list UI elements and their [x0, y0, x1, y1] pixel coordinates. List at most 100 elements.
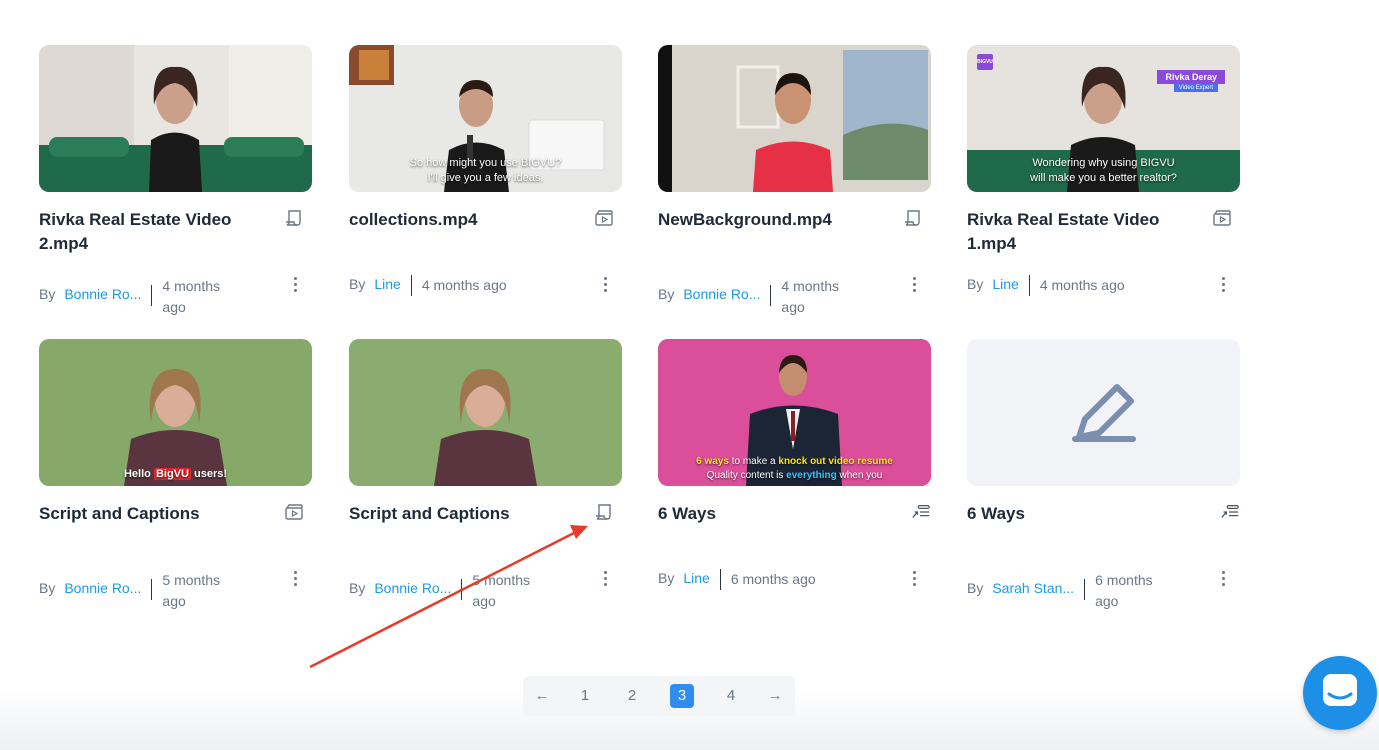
divider: [719, 569, 721, 590]
video-meta: By Line 4 months ago: [967, 275, 1207, 316]
video-title[interactable]: NewBackground.mp4: [658, 208, 883, 232]
video-icon: [285, 504, 303, 520]
caption-text: when you: [836, 470, 883, 481]
video-thumbnail[interactable]: [967, 339, 1240, 486]
video-card[interactable]: Rivka Real Estate Video 2.mp4 By Bonnie …: [39, 45, 312, 335]
author-link[interactable]: Sarah Stan...: [992, 580, 1074, 596]
teleprompter-icon: [1221, 505, 1239, 518]
caption-text: Hello: [123, 468, 154, 480]
video-title[interactable]: 6 Ways: [658, 502, 883, 526]
teleprompter-icon: [912, 505, 930, 518]
video-meta: By Bonnie Ro... 5 months ago: [349, 570, 589, 610]
video-title[interactable]: 6 Ways: [967, 502, 1192, 526]
video-icon: [595, 210, 613, 226]
video-card[interactable]: Script and Captions By Bonnie Ro... 5 mo…: [349, 339, 622, 629]
video-thumbnail[interactable]: BIGVU Rivka Deray Video Expert Wondering…: [967, 45, 1240, 192]
page-3-button[interactable]: 3: [670, 684, 694, 708]
video-caption: Hello BigVU users!: [39, 467, 312, 482]
chat-launcher-button[interactable]: [1303, 656, 1377, 730]
author-link[interactable]: Line: [992, 276, 1018, 292]
caption-line: I'll give you a few ideas.: [427, 172, 544, 184]
video-caption: Wondering why using BIGVU will make you …: [967, 156, 1240, 186]
video-card[interactable]: So how might you use BIGVU? I'll give yo…: [349, 45, 622, 335]
video-date: 6 months ago: [730, 571, 816, 587]
by-label: By: [349, 276, 366, 292]
author-link[interactable]: Line: [683, 570, 709, 586]
video-date: 4 months ago: [781, 278, 839, 315]
more-options-icon[interactable]: [911, 571, 917, 589]
caption-text: to make a: [728, 456, 779, 467]
author-link[interactable]: Line: [374, 276, 400, 292]
video-thumbnail[interactable]: [349, 339, 622, 486]
more-options-icon[interactable]: [292, 571, 298, 589]
video-thumbnail[interactable]: Hello BigVU users!: [39, 339, 312, 486]
video-date: 6 months ago: [1095, 572, 1153, 609]
brand-logo: BIGVU: [977, 54, 993, 70]
more-options-icon[interactable]: [1220, 571, 1226, 589]
divider: [1028, 275, 1030, 296]
video-card[interactable]: 6 Ways By Sarah Stan... 6 months ago: [967, 339, 1240, 629]
page-4-button[interactable]: 4: [720, 685, 742, 707]
video-date: 4 months ago: [162, 278, 220, 315]
by-label: By: [967, 276, 984, 292]
divider: [151, 579, 153, 600]
video-meta: By Line 6 months ago: [658, 569, 898, 610]
more-options-icon[interactable]: [602, 277, 608, 295]
more-options-icon[interactable]: [1220, 277, 1226, 295]
chat-icon: [1323, 674, 1357, 706]
author-link[interactable]: Bonnie Ro...: [683, 286, 760, 302]
video-thumbnail[interactable]: So how might you use BIGVU? I'll give yo…: [349, 45, 622, 192]
video-title[interactable]: Script and Captions: [39, 502, 264, 526]
author-link[interactable]: Bonnie Ro...: [64, 580, 141, 596]
video-meta: By Bonnie Ro... 4 months ago: [658, 276, 898, 316]
video-title[interactable]: collections.mp4: [349, 208, 574, 232]
more-options-icon[interactable]: [911, 277, 917, 295]
caption-highlight: knock out video resume: [778, 456, 893, 467]
divider: [461, 579, 463, 600]
divider: [1084, 579, 1086, 600]
name-tag: Rivka Deray: [1157, 70, 1225, 84]
prev-page-button[interactable]: ←: [531, 685, 553, 707]
by-label: By: [967, 580, 984, 596]
author-link[interactable]: Bonnie Ro...: [64, 286, 141, 302]
video-date: 4 months ago: [1039, 277, 1125, 293]
video-title[interactable]: Rivka Real Estate Video 1.mp4: [967, 208, 1192, 256]
video-thumbnail[interactable]: [39, 45, 312, 192]
more-options-icon[interactable]: [292, 277, 298, 295]
pagination: ← 1 2 3 4 →: [523, 676, 795, 716]
pencil-icon: [1072, 384, 1136, 442]
page-2-button[interactable]: 2: [621, 685, 643, 707]
video-grid: Rivka Real Estate Video 2.mp4 By Bonnie …: [0, 0, 1379, 640]
divider: [770, 285, 772, 306]
video-caption: So how might you use BIGVU? I'll give yo…: [349, 156, 622, 186]
next-page-button[interactable]: →: [764, 685, 786, 707]
video-title[interactable]: Script and Captions: [349, 502, 574, 526]
caption-line: will make you a better realtor?: [1030, 172, 1177, 184]
video-thumbnail[interactable]: 6 ways to make a knock out video resume …: [658, 339, 931, 486]
video-card[interactable]: 6 ways to make a knock out video resume …: [658, 339, 931, 629]
page-1-button[interactable]: 1: [574, 685, 596, 707]
video-meta: By Sarah Stan... 6 months ago: [967, 570, 1207, 610]
video-card[interactable]: BIGVU Rivka Deray Video Expert Wondering…: [967, 45, 1240, 335]
by-label: By: [39, 580, 56, 596]
video-meta: By Line 4 months ago: [349, 275, 589, 316]
caption-highlight: 6 ways: [696, 456, 729, 467]
more-options-icon[interactable]: [602, 571, 608, 589]
caption-line: So how might you use BIGVU?: [409, 157, 562, 169]
caption-line: Quality content is everything when you: [658, 469, 931, 483]
script-icon: [596, 504, 611, 520]
video-card[interactable]: Hello BigVU users! Script and Captions B…: [39, 339, 312, 629]
video-thumbnail[interactable]: [658, 45, 931, 192]
video-title[interactable]: Rivka Real Estate Video 2.mp4: [39, 208, 264, 256]
video-date: 4 months ago: [421, 277, 507, 293]
divider: [410, 275, 412, 296]
video-date: 5 months ago: [162, 572, 220, 609]
video-icon: [1213, 210, 1231, 226]
divider: [151, 285, 153, 306]
caption-line: 6 ways to make a knock out video resume: [658, 455, 931, 469]
script-icon: [286, 210, 301, 226]
video-card[interactable]: NewBackground.mp4 By Bonnie Ro... 4 mont…: [658, 45, 931, 335]
by-label: By: [349, 580, 366, 596]
author-link[interactable]: Bonnie Ro...: [374, 580, 451, 596]
video-date: 5 months ago: [472, 572, 530, 609]
